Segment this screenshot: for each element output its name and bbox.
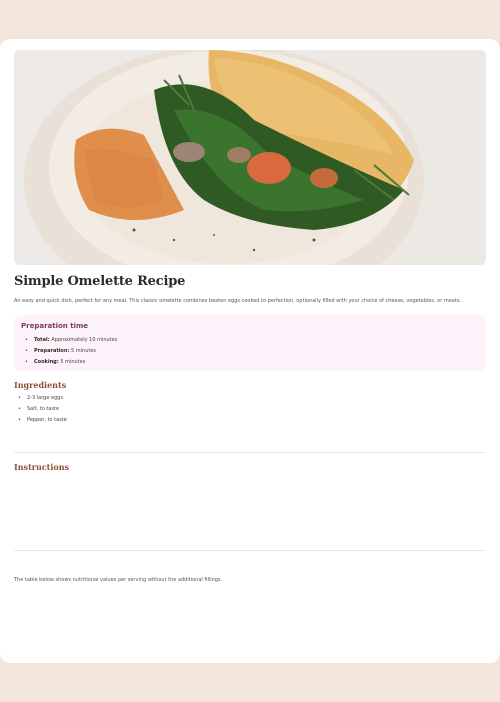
preparation-title: Preparation time — [21, 322, 89, 330]
instructions-heading: Instructions — [14, 462, 70, 472]
ingredients-heading: Ingredients — [14, 380, 67, 390]
preparation-box: Preparation time Total: Approximately 10… — [14, 315, 486, 371]
list-item: Salt, to taste — [18, 404, 486, 415]
list-item: Pepper, to taste — [18, 415, 486, 426]
hero-image — [14, 50, 486, 265]
prep-label: Cooking — [34, 359, 57, 365]
prep-value: 5 minutes — [60, 359, 86, 365]
nutrition-note: The table below shows nutritional values… — [14, 577, 223, 583]
recipe-card: Simple Omelette Recipe An easy and quick… — [0, 39, 500, 663]
prep-label: Total — [34, 337, 48, 343]
omelette-photo-image — [14, 50, 486, 265]
ingredients-list: 2-3 large eggs Salt, to taste Pepper, to… — [14, 393, 486, 426]
list-item: 2-3 large eggs — [18, 393, 486, 404]
prep-item-preparation: Preparation: 5 minutes — [25, 346, 479, 357]
prep-value: Approximately 10 minutes — [51, 337, 118, 343]
prep-value: 5 minutes — [71, 348, 97, 354]
recipe-title: Simple Omelette Recipe — [14, 274, 186, 289]
ingredients-section: 2-3 large eggs Salt, to taste Pepper, to… — [14, 393, 486, 426]
preparation-list: Total: Approximately 10 minutes Preparat… — [21, 335, 479, 368]
recipe-intro: An easy and quick dish, perfect for any … — [14, 298, 462, 304]
prep-item-total: Total: Approximately 10 minutes — [25, 335, 479, 346]
prep-label: Preparation — [34, 348, 68, 354]
divider — [14, 452, 486, 453]
prep-item-cooking: Cooking: 5 minutes — [25, 357, 479, 368]
divider — [14, 550, 486, 551]
